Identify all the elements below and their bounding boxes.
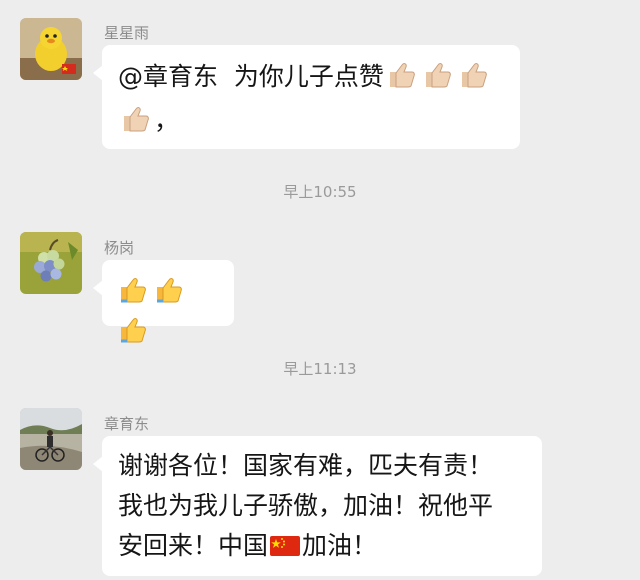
message-line: 安回来！中国 加油！: [118, 526, 526, 566]
sender-name: 杨岗: [104, 239, 135, 257]
duck-avatar-image: [20, 18, 82, 80]
avatar[interactable]: [20, 408, 82, 470]
avatar[interactable]: [20, 18, 82, 80]
thumbs-up-icon: [124, 107, 149, 132]
thumbs-up-icon: [157, 278, 182, 303]
thumbs-up-icon: [461, 63, 487, 88]
timestamp: 早上10:55: [283, 183, 357, 201]
thumbs-up-icon: [121, 318, 146, 343]
message-line: 我也为我儿子骄傲，加油！祝他平: [118, 491, 494, 520]
mention[interactable]: @章育东: [118, 62, 218, 91]
message-text: 安回来！中国: [118, 531, 269, 560]
china-flag-icon: [270, 536, 301, 556]
grapes-avatar-image: [20, 232, 82, 294]
thumbs-up-icon: [425, 63, 451, 88]
message-text: 加油！: [302, 531, 378, 560]
sender-name: 星星雨: [104, 24, 150, 42]
message-line: 谢谢各位！国家有难，匹夫有责！: [118, 451, 494, 480]
message-bubble[interactable]: 谢谢各位！国家有难，匹夫有责！ 我也为我儿子骄傲，加油！祝他平 安回来！中国 加油…: [93, 436, 542, 576]
timestamp: 早上11:13: [283, 360, 357, 378]
thumbs-up-icon: [121, 278, 146, 303]
message-bubble[interactable]: @章育东 为你儿子点赞 ，: [93, 45, 520, 149]
message-text: 为你儿子点赞: [233, 62, 384, 91]
cyclist-avatar-image: [20, 408, 82, 470]
message-text-trailing: ，: [154, 106, 180, 135]
avatar[interactable]: [20, 232, 82, 294]
thumbs-up-icon: [389, 63, 415, 88]
sender-name: 章育东: [104, 415, 150, 433]
message-bubble[interactable]: [93, 260, 234, 343]
